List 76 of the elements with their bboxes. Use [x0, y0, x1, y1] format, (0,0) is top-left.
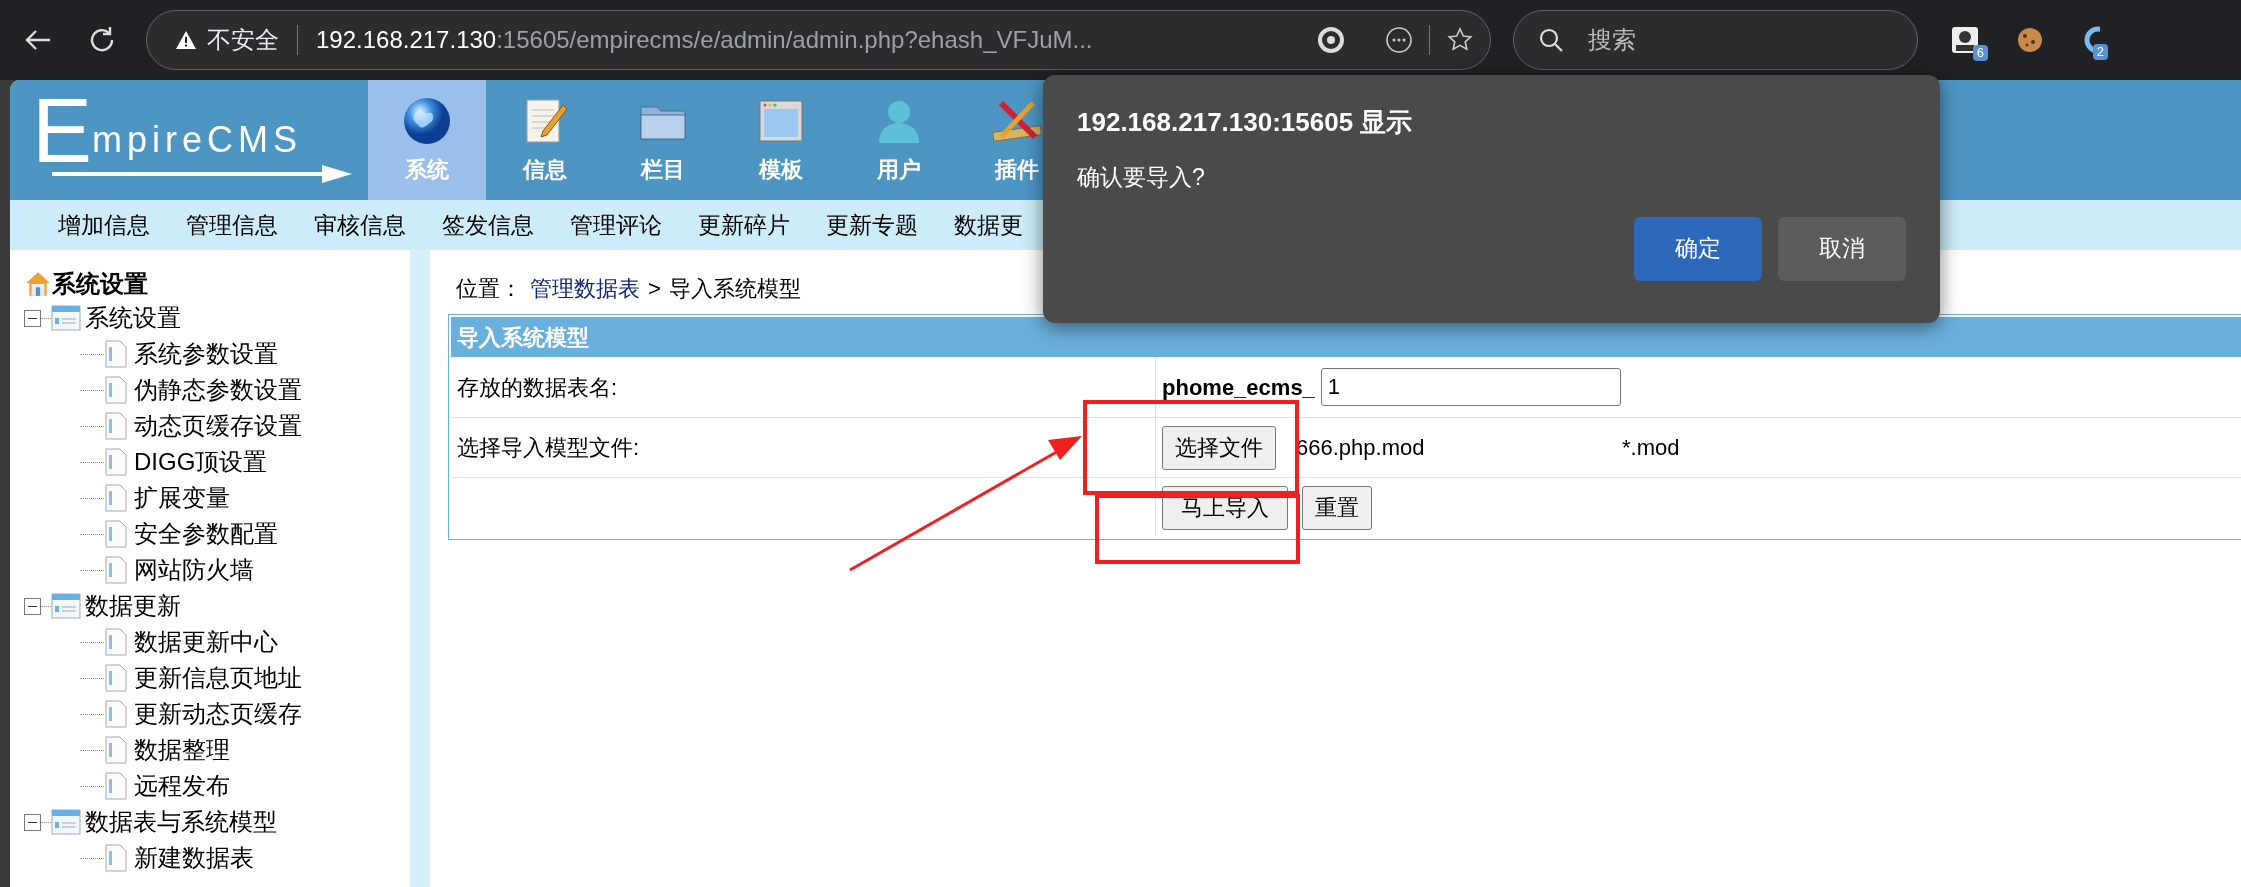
- url-text: 192.168.217.130:15605/empirecms/e/admin/admin.php?ehash_VFJuM...: [316, 25, 1093, 55]
- tree-item[interactable]: 远程发布: [134, 768, 230, 804]
- tree-item[interactable]: 伪静态参数设置: [134, 372, 302, 408]
- document-icon: [104, 520, 128, 548]
- tree-item[interactable]: 更新动态页缓存: [134, 696, 302, 732]
- subnav-link[interactable]: 管理评论: [570, 207, 662, 243]
- dialog-title: 192.168.217.130:15605 显示: [1077, 106, 1414, 139]
- notification-badge: 6: [1972, 45, 1988, 61]
- tree-item[interactable]: 动态页缓存设置: [134, 408, 302, 444]
- tree-group-label[interactable]: 系统设置: [85, 300, 181, 336]
- document-icon: [104, 844, 128, 872]
- subnav-link[interactable]: 管理信息: [186, 207, 278, 243]
- search-placeholder: 搜索: [1588, 25, 1636, 55]
- tree-item[interactable]: 数据整理: [134, 732, 230, 768]
- cookie-icon: [2016, 26, 2044, 54]
- search-field[interactable]: 搜索: [1513, 10, 1918, 70]
- breadcrumb-prefix: 位置：: [456, 274, 522, 303]
- logo: EmpireCMS: [28, 90, 358, 190]
- address-bar[interactable]: 不安全 192.168.217.130:15605/empirecms/e/admin/admin.php?ehash_VFJuM...: [146, 10, 1491, 70]
- tree-item[interactable]: 更新信息页地址: [134, 660, 302, 696]
- subnav-link[interactable]: 增加信息: [58, 207, 150, 243]
- tree-item[interactable]: 新建数据表: [134, 840, 254, 876]
- file-type-hint: *.mod: [1622, 434, 1680, 462]
- dialog-message: 确认要导入?: [1077, 163, 1206, 192]
- tree-group-label[interactable]: 数据更新: [85, 588, 181, 624]
- tree-item[interactable]: DIGG顶设置: [134, 444, 268, 480]
- collapse-icon[interactable]: [24, 309, 41, 327]
- notification-badge: 2: [2092, 44, 2108, 60]
- form-title: 导入系统模型: [457, 323, 589, 352]
- document-icon: [104, 736, 128, 764]
- reset-button[interactable]: 重置: [1302, 485, 1372, 530]
- tree-item[interactable]: 系统参数设置: [134, 336, 278, 372]
- document-icon: [104, 772, 128, 800]
- subnav-link[interactable]: 更新专题: [826, 207, 918, 243]
- more-icon[interactable]: [1385, 26, 1413, 54]
- list-window-icon: [51, 808, 81, 836]
- breadcrumb-link[interactable]: 管理数据表: [530, 271, 640, 305]
- collapse-icon[interactable]: [24, 813, 41, 831]
- document-icon: [104, 664, 128, 692]
- subnav-link[interactable]: 审核信息: [314, 207, 406, 243]
- tree-item[interactable]: 网站防火墙: [134, 552, 254, 588]
- cancel-button[interactable]: 取消: [1778, 216, 1906, 281]
- breadcrumb-separator: >: [648, 274, 661, 303]
- ok-button[interactable]: 确定: [1634, 216, 1762, 281]
- field-label: 存放的数据表名:: [457, 373, 618, 402]
- document-icon: [104, 556, 128, 584]
- field-label: 选择导入模型文件:: [457, 434, 640, 462]
- house-icon: [24, 270, 52, 298]
- table-name-field[interactable]: 1: [1320, 368, 1621, 406]
- tree-item[interactable]: 安全参数配置: [134, 516, 278, 552]
- tree-item[interactable]: 数据更新中心: [134, 624, 278, 660]
- breadcrumb-current: 导入系统模型: [668, 274, 801, 303]
- sidebar-title: 系统设置: [52, 269, 148, 299]
- tree-group-label[interactable]: 数据表与系统模型: [85, 804, 277, 840]
- subnav-link[interactable]: 更新碎片: [698, 207, 790, 243]
- subnav-link[interactable]: 数据更: [954, 207, 1023, 243]
- subnav-link[interactable]: 签发信息: [442, 207, 534, 243]
- list-window-icon: [51, 304, 81, 332]
- star-icon[interactable]: [1446, 26, 1474, 54]
- document-icon: [104, 700, 128, 728]
- document-icon: [104, 484, 128, 512]
- document-icon: [104, 376, 128, 404]
- warning-icon: [175, 29, 197, 51]
- collapse-icon[interactable]: [24, 597, 41, 615]
- document-icon: [104, 340, 128, 368]
- file-name: 666.php.mod: [1296, 434, 1426, 462]
- document-icon: [104, 628, 128, 656]
- choose-file-button[interactable]: 选择文件: [1162, 425, 1276, 470]
- security-label: 不安全: [207, 25, 279, 55]
- list-window-icon: [51, 592, 81, 620]
- swirl-icon[interactable]: [1317, 26, 1345, 54]
- document-icon: [104, 412, 128, 440]
- document-icon: [104, 448, 128, 476]
- search-icon: [1538, 27, 1564, 53]
- tree-item[interactable]: 扩展变量: [134, 480, 230, 516]
- table-prefix: phome_ecms_: [1162, 373, 1315, 402]
